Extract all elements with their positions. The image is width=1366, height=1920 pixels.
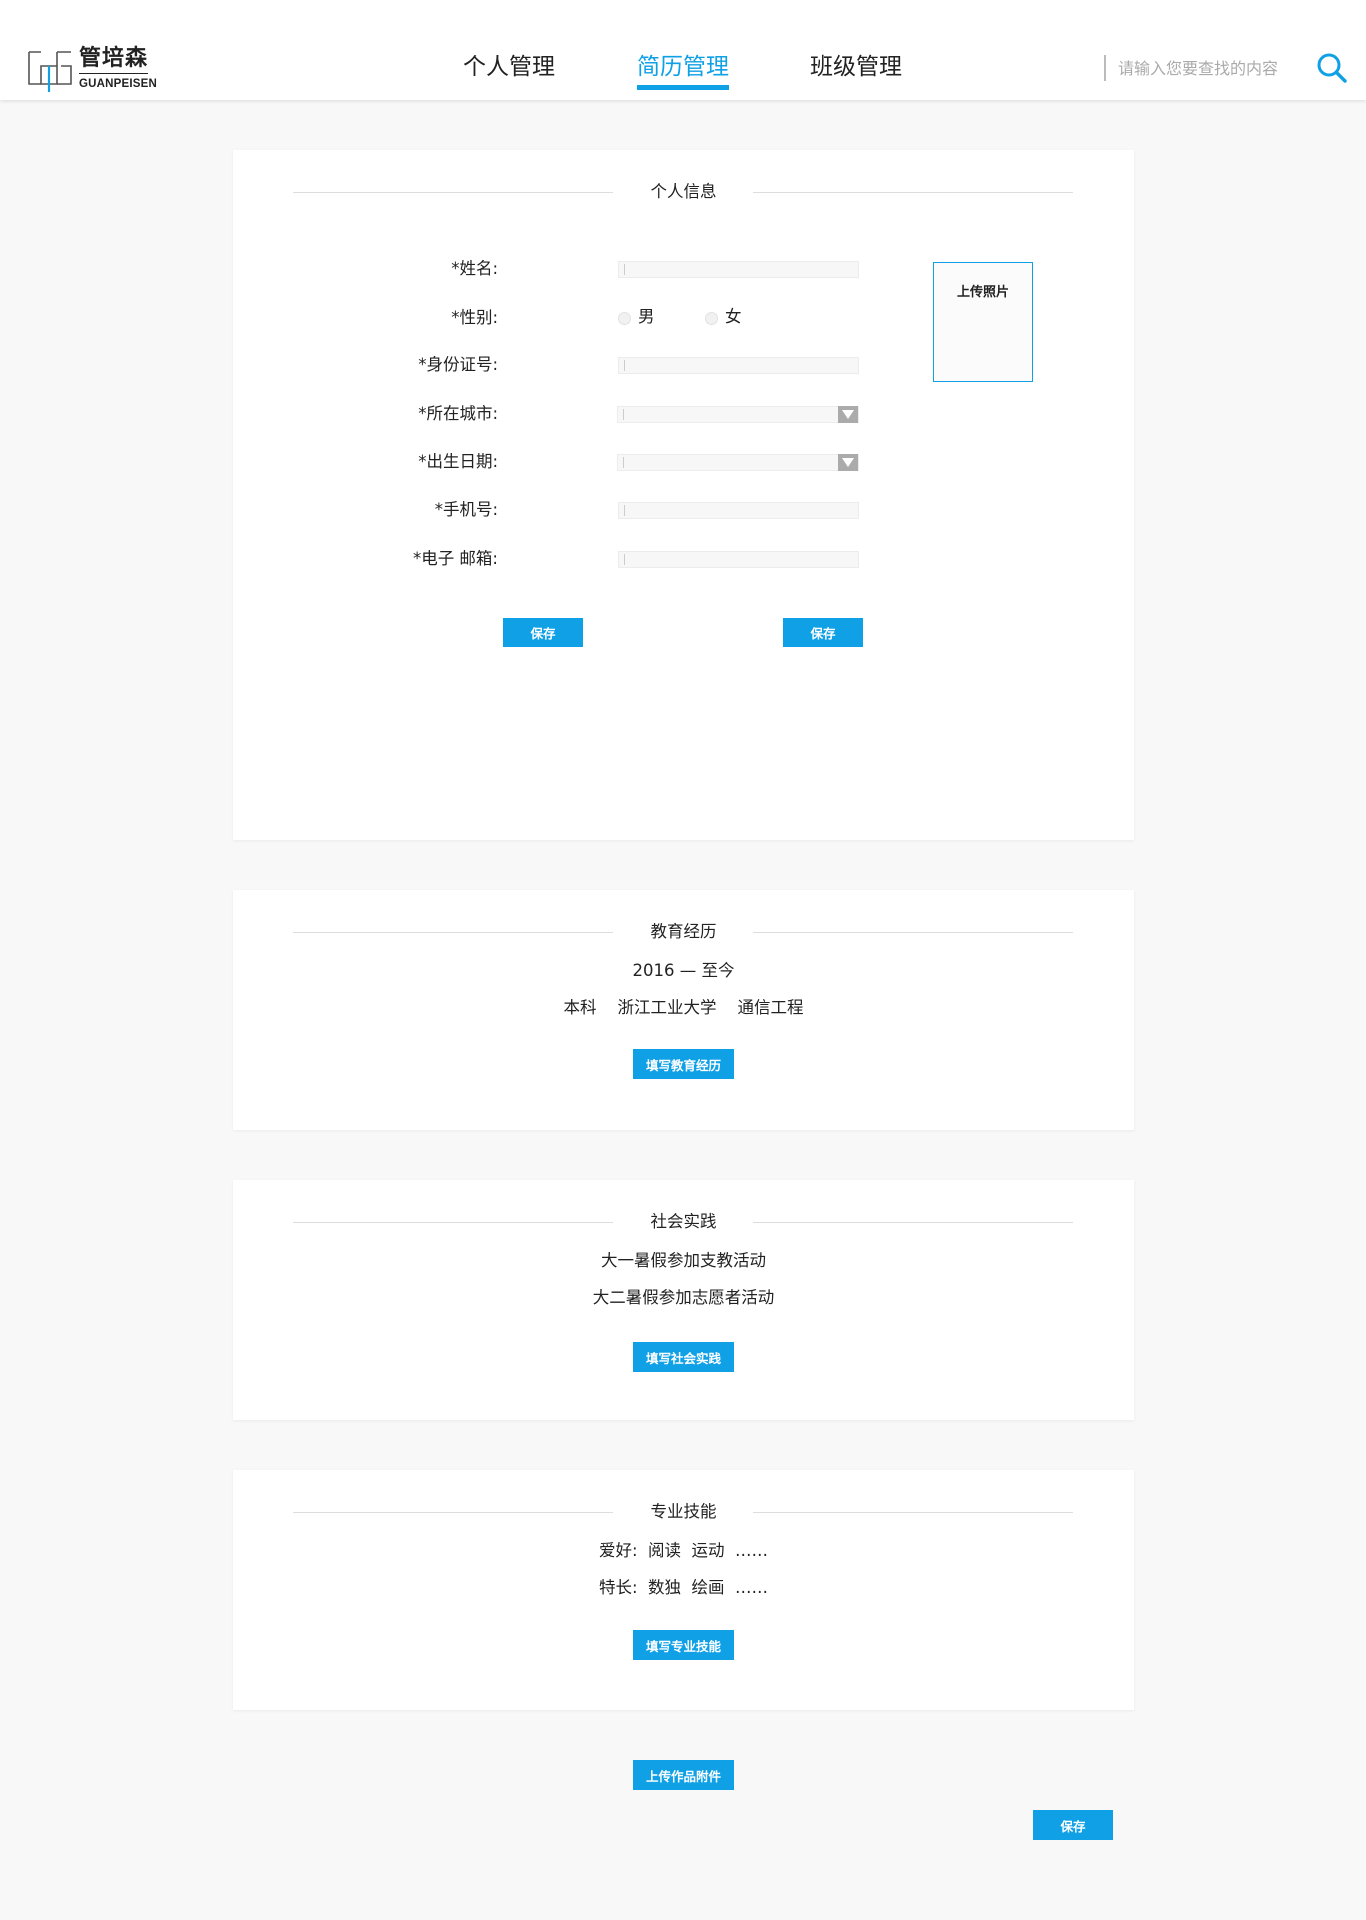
section-title: 教育经历 — [650, 922, 717, 941]
personal-info-card: 个人信息 *姓名: *性别: 男 女 *身份证号: *所在城市: *出生日期: … — [233, 150, 1134, 840]
upload-photo-box[interactable]: 上传照片 — [933, 262, 1033, 382]
top-header: 管培森 GUANPEISEN 个人管理 简历管理 班级管理 — [0, 0, 1366, 100]
section-title: 个人信息 — [650, 182, 717, 201]
search-input[interactable] — [1118, 56, 1298, 80]
gender-female-radio[interactable] — [705, 312, 718, 325]
email-label: *电子 邮箱: — [412, 549, 498, 568]
city-label: *所在城市: — [418, 404, 498, 423]
fill-social-practice-button[interactable]: 填写社会实践 — [633, 1342, 734, 1372]
gender-label: *性别: — [451, 308, 498, 327]
social-practice-card: 社会实践 大一暑假参加支教活动 大二暑假参加志愿者活动 填写社会实践 — [233, 1180, 1134, 1420]
upload-photo-label: 上传照片 — [956, 285, 1009, 300]
phone-label: *手机号: — [434, 500, 498, 519]
save-button-right[interactable]: 保存 — [783, 618, 863, 647]
gender-female-label: 女 — [725, 307, 742, 326]
skills-specialty: 特长: 数独 绘画 …… — [598, 1578, 769, 1597]
id-number-input[interactable] — [618, 357, 859, 374]
nav-resume-management[interactable]: 简历管理 — [637, 52, 729, 90]
name-label: *姓名: — [451, 259, 498, 278]
search-icon[interactable] — [1316, 52, 1348, 84]
chevron-down-icon — [838, 406, 858, 423]
education-period: 2016 — 至今 — [632, 961, 735, 980]
upload-attachment-button[interactable]: 上传作品附件 — [633, 1760, 734, 1790]
nav-personal-management[interactable]: 个人管理 — [463, 52, 555, 82]
social-item: 大二暑假参加志愿者活动 — [592, 1288, 775, 1307]
name-input[interactable] — [618, 261, 859, 278]
fill-education-button[interactable]: 填写教育经历 — [633, 1049, 734, 1079]
city-select[interactable] — [617, 406, 859, 423]
search-divider — [1104, 55, 1106, 81]
section-title: 社会实践 — [650, 1212, 717, 1231]
phone-input[interactable] — [618, 502, 859, 519]
chevron-down-icon — [838, 454, 858, 471]
gender-male-label: 男 — [638, 307, 655, 326]
save-button-left[interactable]: 保存 — [503, 618, 583, 647]
save-button-bottom[interactable]: 保存 — [1033, 1810, 1113, 1840]
birth-date-select[interactable] — [617, 454, 859, 471]
birth-date-label: *出生日期: — [418, 452, 498, 471]
nav-class-management[interactable]: 班级管理 — [810, 52, 902, 82]
education-detail: 本科 浙江工业大学 通信工程 — [563, 998, 804, 1017]
fill-skills-button[interactable]: 填写专业技能 — [633, 1630, 734, 1660]
section-title: 专业技能 — [650, 1502, 717, 1521]
id-number-label: *身份证号: — [418, 355, 498, 374]
skills-hobbies: 爱好: 阅读 运动 …… — [598, 1541, 769, 1560]
social-item: 大一暑假参加支教活动 — [601, 1251, 766, 1270]
email-input[interactable] — [618, 551, 859, 568]
skills-card: 专业技能 爱好: 阅读 运动 …… 特长: 数独 绘画 …… 填写专业技能 — [233, 1470, 1134, 1710]
gender-male-radio[interactable] — [618, 312, 631, 325]
education-card: 教育经历 2016 — 至今 本科 浙江工业大学 通信工程 填写教育经历 — [233, 890, 1134, 1130]
